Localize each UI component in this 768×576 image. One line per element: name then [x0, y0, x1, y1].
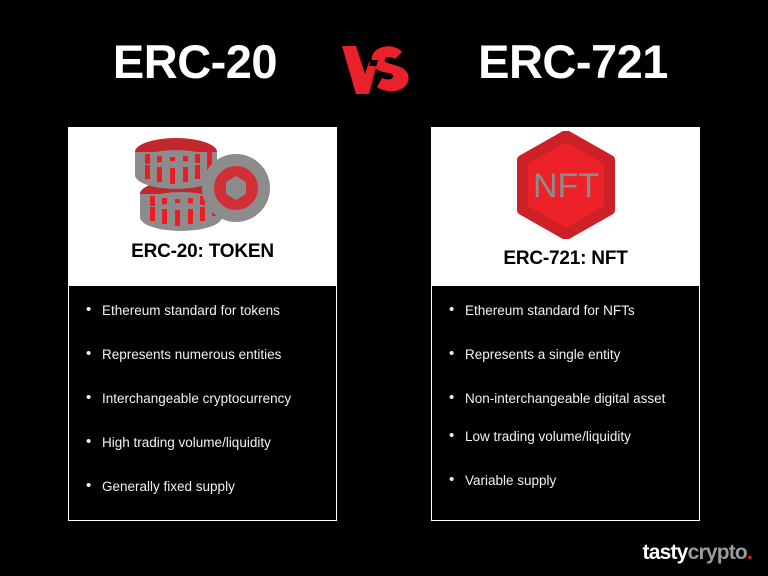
card-body-erc721: Ethereum standard for NFTs Represents a … — [431, 285, 700, 521]
logo-accent-dot: . — [746, 541, 753, 564]
header: ERC-20 ERC-721 — [0, 0, 768, 120]
list-item: Non-interchangeable digital asset — [446, 389, 685, 407]
card-title-erc721: ERC-721: NFT — [503, 248, 628, 269]
vs-badge — [336, 22, 416, 102]
comparison-card-erc721: NFT ERC-721: NFT Ethereum standard for N… — [431, 127, 700, 521]
feature-list-erc721: Ethereum standard for NFTs Represents a … — [446, 301, 685, 489]
card-header-erc721: NFT ERC-721: NFT — [431, 127, 700, 285]
comparison-card-erc20: ERC-20: TOKEN Ethereum standard for toke… — [68, 127, 337, 521]
page-title-left: ERC-20 — [112, 35, 278, 88]
card-body-erc20: Ethereum standard for tokens Represents … — [68, 285, 337, 521]
list-item: Variable supply — [446, 471, 685, 489]
list-item: Generally fixed supply — [83, 477, 322, 495]
card-title-erc20: ERC-20: TOKEN — [131, 241, 274, 262]
nft-icon-label: NFT — [532, 167, 598, 205]
list-item: Represents a single entity — [446, 345, 685, 363]
list-item: Ethereum standard for NFTs — [446, 301, 685, 319]
list-item: Ethereum standard for tokens — [83, 301, 322, 319]
card-header-erc20: ERC-20: TOKEN — [68, 127, 337, 285]
feature-list-erc20: Ethereum standard for tokens Represents … — [83, 301, 322, 495]
nft-hexagon-icon: NFT — [431, 131, 700, 239]
page-title-right: ERC-721 — [478, 35, 668, 88]
list-item: Interchangeable cryptocurrency — [83, 389, 322, 407]
coin-stack-icon — [68, 135, 337, 235]
list-item: Low trading volume/liquidity — [446, 427, 685, 445]
list-item: Represents numerous entities — [83, 345, 322, 363]
list-item: High trading volume/liquidity — [83, 433, 322, 451]
logo-part-tasty: tasty — [642, 541, 689, 564]
logo-part-crypto: crypto — [687, 541, 748, 564]
brand-logo: tastycrypto. — [642, 541, 753, 565]
